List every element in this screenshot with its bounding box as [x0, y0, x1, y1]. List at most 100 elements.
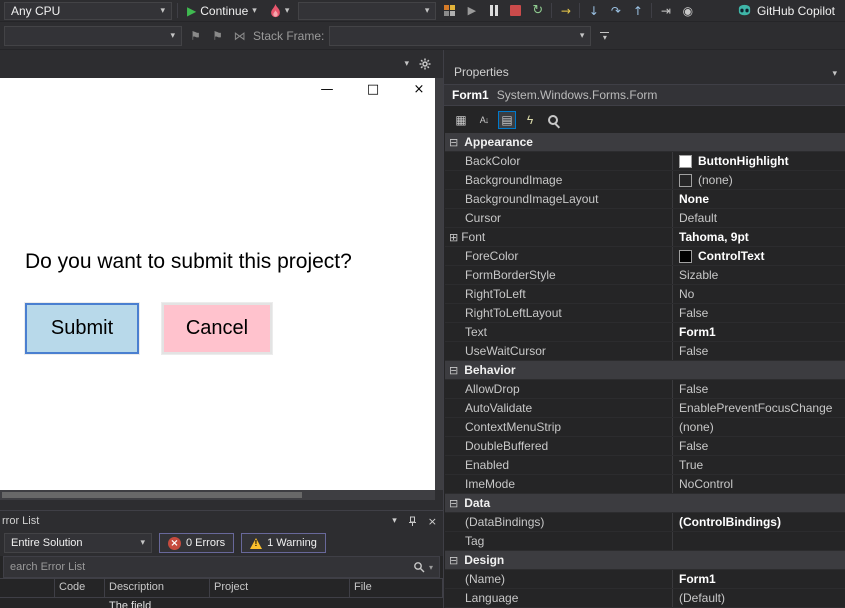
table-row[interactable]: The field — [0, 598, 443, 608]
property-row-imemode[interactable]: ImeMode NoControl — [445, 475, 845, 494]
pin-icon[interactable] — [407, 516, 418, 527]
start-without-debugging-icon[interactable]: ▶ — [463, 2, 480, 19]
close-icon[interactable]: × — [428, 515, 437, 528]
column-header-icon[interactable] — [0, 579, 55, 597]
property-value[interactable]: Default — [673, 209, 845, 227]
property-row-forecolor[interactable]: ForeColor ControlText — [445, 247, 845, 266]
close-button[interactable]: × — [411, 82, 427, 97]
category-row-appearance[interactable]: ⊟ Appearance — [445, 133, 845, 152]
property-value[interactable]: No — [673, 285, 845, 303]
property-value[interactable]: NoControl — [673, 475, 845, 493]
flag-icon[interactable]: ⚑ — [187, 27, 204, 44]
collapse-icon[interactable]: ⊟ — [449, 554, 458, 567]
errors-filter-button[interactable]: × 0 Errors — [159, 533, 235, 553]
property-value[interactable]: True — [673, 456, 845, 474]
maximize-button[interactable]: □ — [365, 82, 381, 97]
debug-target-dropdown[interactable]: ▾ — [298, 1, 437, 20]
form-designer-canvas[interactable]: — □ × Do you want to submit this project… — [0, 78, 435, 490]
property-row-contextmenustrip[interactable]: ContextMenuStrip (none) — [445, 418, 845, 437]
flag-arrow-icon[interactable]: ⚑ — [209, 27, 226, 44]
alphabetical-icon[interactable]: A↓ — [475, 111, 493, 129]
property-row-righttoleft[interactable]: RightToLeft No — [445, 285, 845, 304]
property-row-backgroundimagelayout[interactable]: BackgroundImageLayout None — [445, 190, 845, 209]
step-out-icon[interactable]: ↑ — [629, 2, 646, 19]
collapse-icon[interactable]: ⊟ — [449, 136, 458, 149]
properties-view-icon[interactable]: ▤ — [498, 110, 516, 129]
breakpoints-window-icon[interactable]: ◉ — [679, 2, 696, 19]
property-value[interactable]: False — [673, 380, 845, 398]
property-row-language[interactable]: Language (Default) — [445, 589, 845, 608]
property-row-backcolor[interactable]: BackColor ButtonHighlight — [445, 152, 845, 171]
property-value[interactable]: (ControlBindings) — [673, 513, 845, 531]
show-next-statement-icon[interactable]: → — [557, 2, 574, 19]
stack-frame-dropdown[interactable]: ▾ — [329, 25, 592, 46]
property-row-font[interactable]: ⊞ Font Tahoma, 9pt — [445, 228, 845, 247]
category-row-behavior[interactable]: ⊟ Behavior — [445, 361, 845, 380]
category-row-design[interactable]: ⊟ Design — [445, 551, 845, 570]
property-row-doublebuffered[interactable]: DoubleBuffered False — [445, 437, 845, 456]
stop-icon[interactable] — [510, 5, 522, 16]
property-row-righttoleftlayout[interactable]: RightToLeftLayout False — [445, 304, 845, 323]
category-row-data[interactable]: ⊟ Data — [445, 494, 845, 513]
property-row-allowdrop[interactable]: AllowDrop False — [445, 380, 845, 399]
chevron-down-icon[interactable]: ▾ — [404, 59, 409, 69]
property-value[interactable]: False — [673, 304, 845, 322]
cancel-button[interactable]: Cancel — [162, 303, 272, 354]
property-row-enabled[interactable]: Enabled True — [445, 456, 845, 475]
property-pages-icon[interactable] — [544, 111, 562, 129]
property-value[interactable]: ControlText — [673, 247, 845, 265]
property-value[interactable]: (none) — [673, 418, 845, 436]
restart-icon[interactable]: ↻ — [529, 2, 546, 19]
property-row-tag[interactable]: Tag — [445, 532, 845, 551]
warnings-filter-button[interactable]: 1 Warning — [241, 533, 326, 553]
property-row-name[interactable]: (Name) Form1 — [445, 570, 845, 589]
property-row-databindings[interactable]: (DataBindings) (ControlBindings) — [445, 513, 845, 532]
gear-icon[interactable] — [419, 58, 431, 70]
property-value[interactable]: ButtonHighlight — [673, 152, 845, 170]
solution-configuration-dropdown[interactable]: Any CPU ▾ — [4, 1, 172, 20]
property-value[interactable]: (Default) — [673, 589, 845, 607]
property-row-formborderstyle[interactable]: FormBorderStyle Sizable — [445, 266, 845, 285]
categorized-icon[interactable]: ▦ — [452, 111, 470, 129]
property-value[interactable]: (none) — [673, 171, 845, 189]
property-row-text[interactable]: Text Form1 — [445, 323, 845, 342]
error-list-search-input[interactable]: earch Error List ▾ — [3, 556, 440, 578]
minimize-button[interactable]: — — [319, 82, 335, 97]
events-icon[interactable]: ϟ — [521, 111, 539, 129]
scope-dropdown[interactable]: Entire Solution ▾ — [4, 533, 152, 553]
run-to-cursor-icon[interactable]: ⇥ — [657, 2, 674, 19]
hot-reload-button[interactable]: ▾ — [266, 2, 294, 20]
designer-horizontal-scrollbar[interactable] — [0, 490, 435, 500]
chevron-down-icon[interactable]: ▾ — [832, 69, 837, 79]
column-header-code[interactable]: Code — [55, 579, 105, 597]
property-value[interactable]: False — [673, 437, 845, 455]
diagnostics-icon[interactable] — [444, 5, 456, 16]
property-value[interactable]: Form1 — [673, 323, 845, 341]
designer-vertical-scrollbar[interactable] — [435, 78, 443, 490]
column-header-project[interactable]: Project — [210, 579, 350, 597]
toolbar-overflow-icon[interactable]: ▾ — [600, 31, 610, 41]
github-copilot-button[interactable]: GitHub Copilot — [737, 3, 841, 18]
pause-icon[interactable] — [485, 2, 502, 19]
collapse-icon[interactable]: ⊟ — [449, 497, 458, 510]
scrollbar-thumb[interactable] — [2, 492, 302, 498]
property-value[interactable]: Form1 — [673, 570, 845, 588]
step-into-icon[interactable]: ↓ — [585, 2, 602, 19]
process-dropdown[interactable]: ▾ — [4, 25, 182, 46]
property-row-backgroundimage[interactable]: BackgroundImage (none) — [445, 171, 845, 190]
continue-button[interactable]: ▶ Continue ▾ — [183, 2, 261, 20]
property-value[interactable]: None — [673, 190, 845, 208]
property-value[interactable]: Sizable — [673, 266, 845, 284]
column-header-file[interactable]: File — [350, 579, 443, 597]
property-value[interactable] — [673, 532, 845, 550]
collapse-icon[interactable]: ⊟ — [449, 364, 458, 377]
property-row-usewaitcursor[interactable]: UseWaitCursor False — [445, 342, 845, 361]
chevron-down-icon[interactable]: ▾ — [392, 516, 397, 526]
step-over-icon[interactable]: ↷ — [607, 2, 624, 19]
property-value[interactable]: False — [673, 342, 845, 360]
submit-button[interactable]: Submit — [25, 303, 139, 354]
threads-icon[interactable]: ⋈ — [231, 27, 248, 44]
property-row-autovalidate[interactable]: AutoValidate EnablePreventFocusChange — [445, 399, 845, 418]
expand-icon[interactable]: ⊞ — [449, 231, 458, 244]
property-row-cursor[interactable]: Cursor Default — [445, 209, 845, 228]
